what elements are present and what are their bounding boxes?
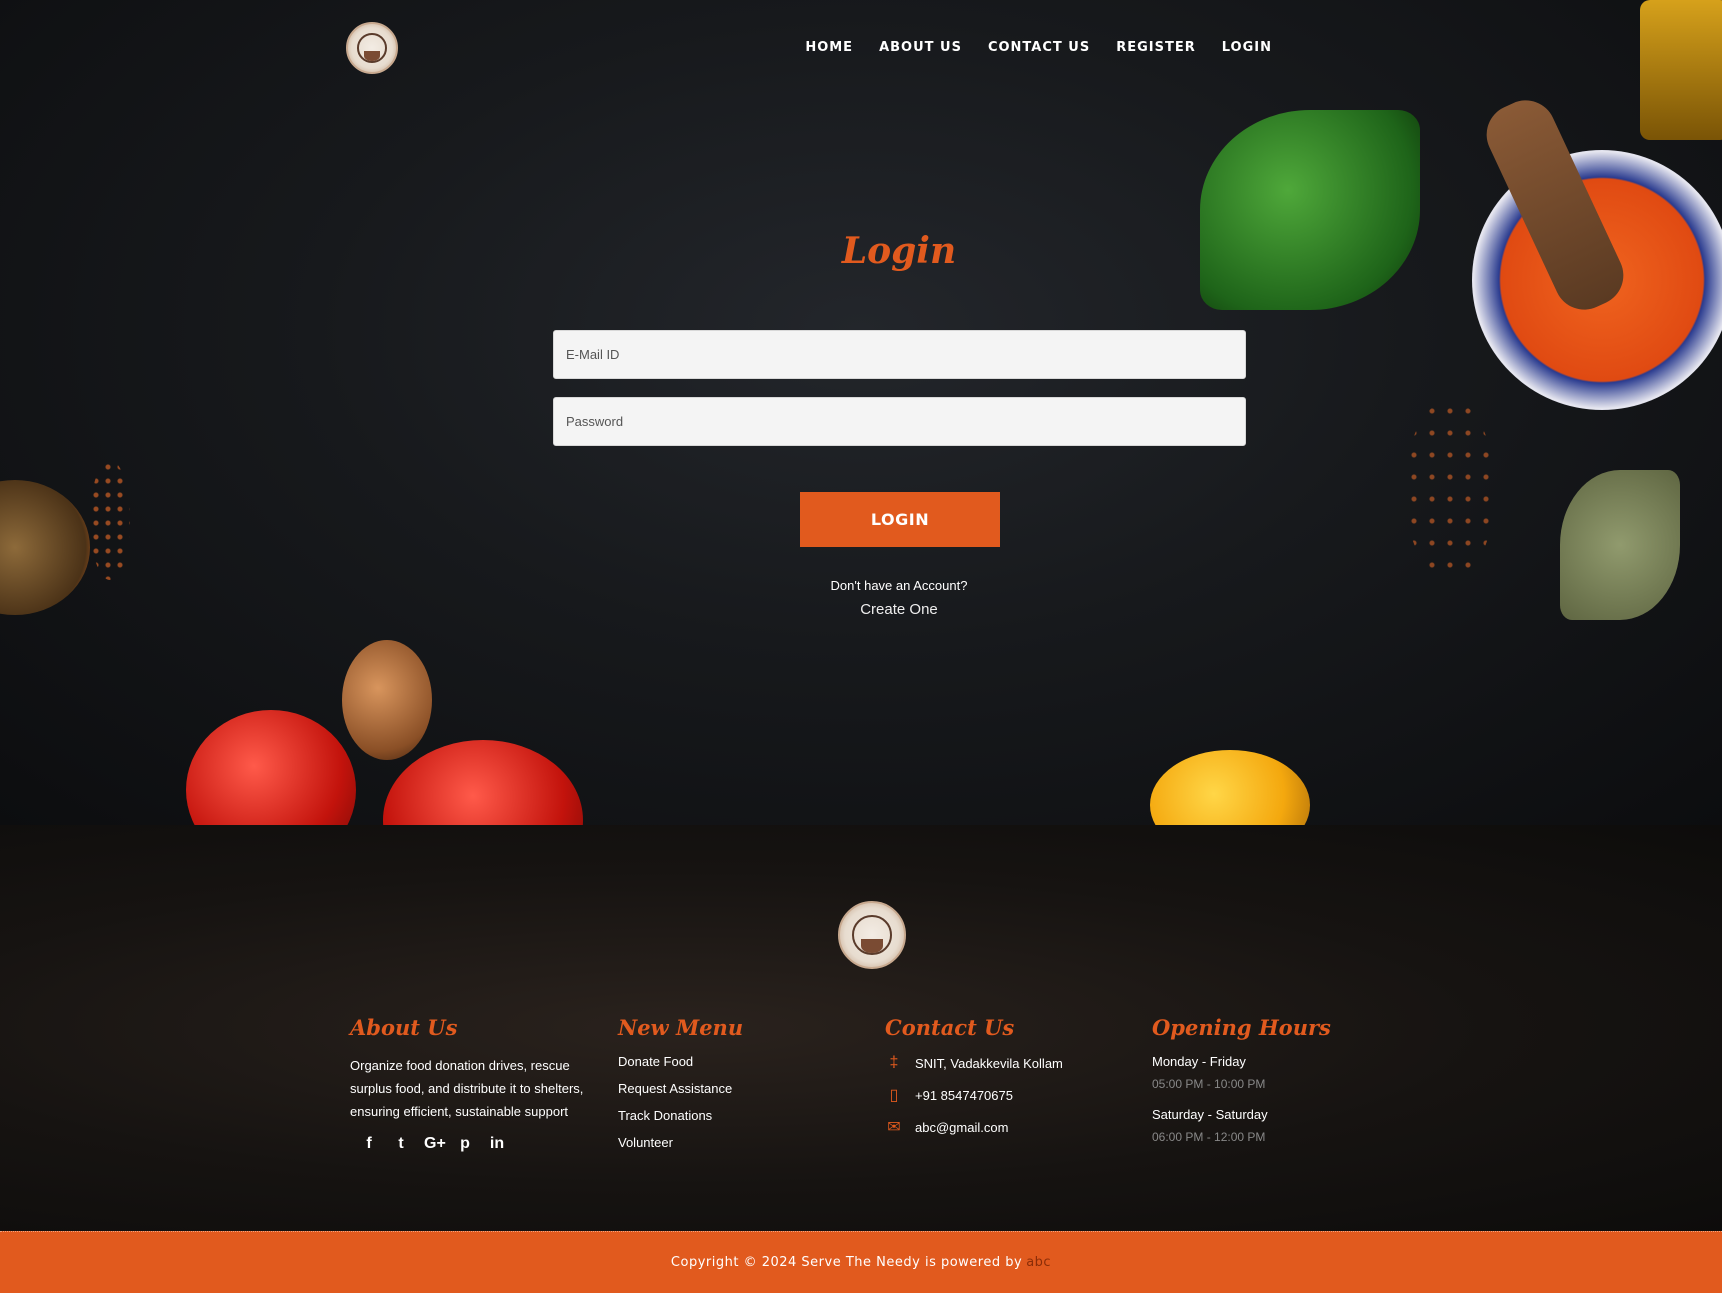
page-title: Login (841, 230, 957, 272)
pinterest-icon[interactable]: p (456, 1135, 474, 1153)
tomato-image (186, 710, 356, 825)
envelope-icon: ✉ (887, 1119, 901, 1136)
address-text: SNIT, Vadakkevila Kollam (915, 1055, 1063, 1071)
create-account-link[interactable]: Create One (0, 601, 1722, 618)
menu-item-volunteer[interactable]: Volunteer (618, 1135, 743, 1150)
powered-by-link[interactable]: abc (1026, 1255, 1051, 1270)
nav-about-us[interactable]: ABOUT US (879, 40, 962, 55)
footer-hours: Opening Hours Monday - Friday 05:00 PM -… (1152, 1015, 1331, 1160)
oil-bottle-image (1640, 0, 1722, 140)
spice-bowl-image (0, 480, 90, 615)
footer-menu: New Menu Donate Food Request Assistance … (618, 1015, 743, 1162)
nav-register[interactable]: REGISTER (1116, 40, 1196, 55)
footer-contact: Contact Us ‡ SNIT, Vadakkevila Kollam ▯ … (885, 1015, 1063, 1150)
copyright-bar: Copyright © 2024 Serve The Needy is powe… (0, 1231, 1722, 1293)
phone-text: +91 8547470675 (915, 1087, 1013, 1103)
bay-leaf-image (1560, 470, 1680, 620)
menu-item-donate-food[interactable]: Donate Food (618, 1054, 743, 1069)
no-account-text: Don't have an Account? (830, 578, 968, 593)
footer-about: About Us Organize food donation drives, … (350, 1015, 590, 1153)
password-field[interactable] (553, 397, 1246, 446)
mobile-icon: ▯ (889, 1087, 899, 1104)
contact-address: ‡ SNIT, Vadakkevila Kollam (885, 1054, 1063, 1072)
facebook-icon[interactable]: f (360, 1135, 378, 1153)
main-nav: HOME ABOUT US CONTACT US REGISTER LOGIN (805, 40, 1272, 55)
site-footer: About Us Organize food donation drives, … (0, 825, 1722, 1231)
social-links: f t G+ p in (350, 1135, 590, 1153)
email-field[interactable] (553, 330, 1246, 379)
email-text[interactable]: abc@gmail.com (915, 1120, 1008, 1135)
twitter-icon[interactable]: t (392, 1135, 410, 1153)
contact-heading: Contact Us (885, 1015, 1015, 1040)
footer-logo (838, 901, 906, 969)
signpost-icon: ‡ (889, 1054, 899, 1071)
menu-item-track-donations[interactable]: Track Donations (618, 1108, 743, 1123)
google-plus-icon[interactable]: G+ (424, 1135, 446, 1153)
contact-phone: ▯ +91 8547470675 (885, 1086, 1063, 1104)
pepper-image (1150, 750, 1310, 825)
hours-time-saturday: 06:00 PM - 12:00 PM (1152, 1130, 1266, 1144)
login-button[interactable]: LOGIN (800, 492, 1000, 547)
contact-email: ✉ abc@gmail.com (885, 1118, 1063, 1136)
site-logo[interactable] (346, 22, 398, 74)
about-text: Organize food donation drives, rescue su… (350, 1058, 584, 1119)
linkedin-icon[interactable]: in (488, 1135, 506, 1153)
nav-contact-us[interactable]: CONTACT US (988, 40, 1090, 55)
about-heading: About Us (350, 1015, 458, 1040)
hours-day-saturday: Saturday - Saturday (1152, 1107, 1268, 1122)
hours-day-weekday: Monday - Friday (1152, 1054, 1246, 1069)
nav-login[interactable]: LOGIN (1222, 40, 1272, 55)
hero-section: HOME ABOUT US CONTACT US REGISTER LOGIN … (0, 0, 1722, 825)
copyright-text: Copyright © 2024 Serve The Needy is powe… (670, 1255, 1023, 1270)
basil-image (1200, 110, 1420, 310)
nav-home[interactable]: HOME (805, 40, 853, 55)
hours-time-weekday: 05:00 PM - 10:00 PM (1152, 1077, 1266, 1091)
hours-heading: Opening Hours (1152, 1015, 1331, 1040)
tomato-image (383, 740, 583, 825)
menu-item-request-assistance[interactable]: Request Assistance (618, 1081, 743, 1096)
menu-heading: New Menu (618, 1015, 744, 1040)
onion-image (342, 640, 432, 760)
